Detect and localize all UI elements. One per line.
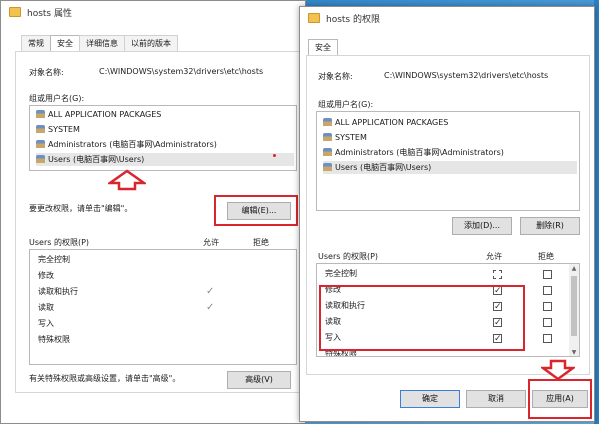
users-group-icon xyxy=(36,155,45,163)
perm-row-write: 写入 xyxy=(30,316,296,332)
file-icon xyxy=(308,13,320,23)
change-hint: 要更改权限，请单击"编辑"。 xyxy=(29,204,133,213)
object-name-value: C:\WINDOWS\system32\drivers\etc\hosts xyxy=(384,71,549,80)
permissions-dialog: hosts 的权限 安全 对象名称: C:\WINDOWS\system32\d… xyxy=(299,6,595,422)
group-item-label: Users (电脑百事网\Users) xyxy=(335,163,432,172)
advanced-button[interactable]: 高级(V) xyxy=(227,371,291,389)
perm-label: 读取和执行 xyxy=(38,287,78,296)
properties-window: hosts 属性 常规 安全 详细信息 以前的版本 对象名称: C:\WINDO… xyxy=(0,0,306,424)
red-dot-marker xyxy=(273,154,276,157)
highlight-apply-button xyxy=(528,379,592,419)
highlight-edit-button xyxy=(214,195,298,226)
advanced-hint: 有关特殊权限或高级设置，请单击"高级"。 xyxy=(29,374,181,383)
perm-label: 完全控制 xyxy=(325,269,357,278)
permissions-titlebar[interactable]: hosts 的权限 xyxy=(300,7,594,29)
perm-row-full-control: 完全控制 xyxy=(317,266,579,282)
allow-header: 允许 xyxy=(486,252,502,261)
properties-title: hosts 属性 xyxy=(27,9,72,19)
object-name-value: C:\WINDOWS\system32\drivers\etc\hosts xyxy=(99,67,264,76)
users-group-icon xyxy=(36,110,45,118)
allow-header: 允许 xyxy=(203,238,219,247)
group-item-label: Administrators (电脑百事网\Administrators) xyxy=(48,140,217,149)
group-item-system[interactable]: SYSTEM xyxy=(36,123,294,136)
users-group-icon xyxy=(323,118,332,126)
deny-header: 拒绝 xyxy=(538,252,554,261)
tab-general[interactable]: 常规 xyxy=(21,35,51,51)
remove-button[interactable]: 删除(R) xyxy=(520,217,580,235)
deny-checkbox-read-execute[interactable] xyxy=(543,302,552,311)
allow-check-icon: ✓ xyxy=(206,286,215,297)
scroll-thumb[interactable] xyxy=(571,276,577,336)
tab-previous-versions[interactable]: 以前的版本 xyxy=(124,35,178,51)
group-item-label: Administrators (电脑百事网\Administrators) xyxy=(335,148,504,157)
allow-checkbox-full-control[interactable] xyxy=(493,270,502,279)
tab-details[interactable]: 详细信息 xyxy=(79,35,125,51)
deny-header: 拒绝 xyxy=(253,238,269,247)
group-item-label: SYSTEM xyxy=(335,133,367,142)
perm-label: 完全控制 xyxy=(38,255,70,264)
perm-label: 写入 xyxy=(38,319,54,328)
perm-row-full-control: 完全控制 xyxy=(30,252,296,268)
group-item-label: Users (电脑百事网\Users) xyxy=(48,155,145,164)
groups-label: 组或用户名(G): xyxy=(318,100,374,109)
group-item-administrators[interactable]: Administrators (电脑百事网\Administrators) xyxy=(36,138,294,151)
highlight-allow-checkboxes xyxy=(319,285,525,351)
deny-checkbox-write[interactable] xyxy=(543,334,552,343)
object-name-label: 对象名称: xyxy=(29,68,64,77)
groups-label: 组或用户名(G): xyxy=(29,94,85,103)
group-item-label: ALL APPLICATION PACKAGES xyxy=(335,118,449,127)
permissions-list: 完全控制 修改 读取和执行 ✓ 读取 ✓ 写入 特殊权限 xyxy=(29,249,297,365)
scroll-down-icon[interactable]: ▼ xyxy=(569,348,579,356)
perm-header: Users 的权限(P) xyxy=(29,238,90,247)
group-item-system[interactable]: SYSTEM xyxy=(323,131,577,144)
deny-checkbox-read[interactable] xyxy=(543,318,552,327)
perm-row-modify: 修改 xyxy=(30,268,296,284)
perm-row-read: 读取 ✓ xyxy=(30,300,296,316)
groups-list[interactable]: ALL APPLICATION PACKAGES SYSTEM Administ… xyxy=(316,111,580,211)
group-item-administrators[interactable]: Administrators (电脑百事网\Administrators) xyxy=(323,146,577,159)
file-icon xyxy=(9,7,21,17)
properties-titlebar[interactable]: hosts 属性 xyxy=(1,1,305,23)
group-item-label: ALL APPLICATION PACKAGES xyxy=(48,110,162,119)
tab-security[interactable]: 安全 xyxy=(308,39,338,56)
tab-security[interactable]: 安全 xyxy=(50,35,80,52)
group-item-label: SYSTEM xyxy=(48,125,80,134)
group-item-all-app-packages[interactable]: ALL APPLICATION PACKAGES xyxy=(36,108,294,121)
perm-header: Users 的权限(P) xyxy=(318,252,379,261)
users-group-icon xyxy=(36,140,45,148)
object-name-label: 对象名称: xyxy=(318,72,353,81)
add-button[interactable]: 添加(D)... xyxy=(452,217,512,235)
permissions-title: hosts 的权限 xyxy=(326,15,380,25)
group-item-users[interactable]: Users (电脑百事网\Users) xyxy=(36,153,294,166)
scroll-up-icon[interactable]: ▲ xyxy=(569,264,579,274)
groups-list[interactable]: ALL APPLICATION PACKAGES SYSTEM Administ… xyxy=(29,105,297,171)
properties-tabs: 常规 安全 详细信息 以前的版本 xyxy=(21,35,178,52)
users-group-icon xyxy=(323,163,332,171)
red-down-arrow-icon xyxy=(541,359,575,381)
deny-checkbox-modify[interactable] xyxy=(543,286,552,295)
perm-label: 特殊权限 xyxy=(38,335,70,344)
cancel-button[interactable]: 取消 xyxy=(466,390,526,408)
users-group-icon xyxy=(323,148,332,156)
group-item-all-app-packages[interactable]: ALL APPLICATION PACKAGES xyxy=(323,116,577,129)
red-up-arrow-icon xyxy=(108,169,146,191)
ok-button[interactable]: 确定 xyxy=(400,390,460,408)
perm-row-special: 特殊权限 xyxy=(30,332,296,348)
users-group-icon xyxy=(36,125,45,133)
permissions-scrollbar[interactable]: ▲ ▼ xyxy=(569,264,579,356)
perm-row-read-execute: 读取和执行 ✓ xyxy=(30,284,296,300)
group-item-users[interactable]: Users (电脑百事网\Users) xyxy=(323,161,577,174)
perm-label: 修改 xyxy=(38,271,54,280)
perm-label: 读取 xyxy=(38,303,54,312)
allow-check-icon: ✓ xyxy=(206,302,215,313)
users-group-icon xyxy=(323,133,332,141)
permissions-tabs: 安全 xyxy=(308,39,338,56)
deny-checkbox-full-control[interactable] xyxy=(543,270,552,279)
